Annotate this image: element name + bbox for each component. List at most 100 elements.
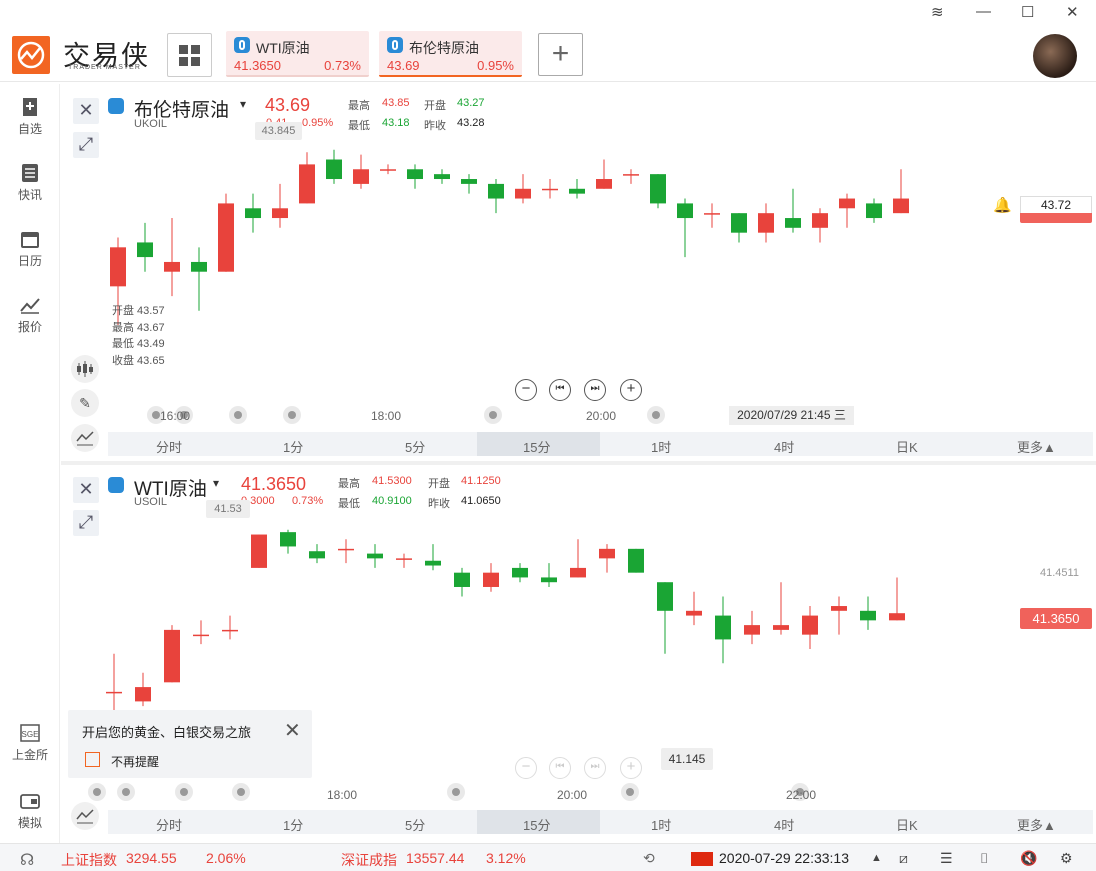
- sidebar-item-quotes[interactable]: 报价: [0, 296, 60, 335]
- dont-remind-checkbox[interactable]: [85, 752, 100, 767]
- step-back-button[interactable]: ⏮: [549, 757, 571, 779]
- candle[interactable]: [326, 149, 342, 184]
- list-icon[interactable]: ☰: [940, 850, 953, 867]
- candle[interactable]: [758, 203, 774, 243]
- event-marker[interactable]: [621, 783, 639, 801]
- tab-wti[interactable]: WTI原油 41.3650 0.73%: [226, 31, 369, 77]
- candle[interactable]: [623, 169, 639, 184]
- bell-icon[interactable]: 🔔: [993, 196, 1012, 214]
- candle[interactable]: [164, 625, 180, 683]
- candles-icon[interactable]: [71, 355, 99, 383]
- sidebar-item-sge[interactable]: SGE 上金所: [0, 724, 60, 763]
- indicator-icon[interactable]: [71, 424, 99, 452]
- period-tab[interactable]: 5分: [405, 437, 425, 456]
- candle[interactable]: [704, 203, 720, 228]
- period-tab[interactable]: 1时: [651, 815, 671, 834]
- sh-index-name[interactable]: 上证指数: [61, 850, 117, 870]
- minimize-button[interactable]: —: [976, 3, 991, 20]
- camera-icon[interactable]: ⌷: [980, 850, 988, 867]
- candle[interactable]: [425, 544, 441, 571]
- caret-down-icon[interactable]: ▾: [240, 97, 246, 111]
- sidebar-item-demo[interactable]: 模拟: [0, 792, 60, 831]
- candle[interactable]: [785, 188, 801, 233]
- event-marker[interactable]: [175, 783, 193, 801]
- candle[interactable]: [353, 154, 369, 189]
- candle[interactable]: [407, 164, 423, 189]
- settings-icon[interactable]: ⚙: [1060, 850, 1073, 867]
- zoom-out-button[interactable]: −: [515, 757, 537, 779]
- zoom-in-button[interactable]: +: [620, 379, 642, 401]
- candle[interactable]: [541, 563, 557, 587]
- headset-icon[interactable]: ☊: [20, 850, 34, 870]
- network-icon[interactable]: ⟲: [643, 850, 655, 867]
- event-marker[interactable]: [283, 406, 301, 424]
- candle[interactable]: [866, 198, 882, 223]
- sidebar-item-watchlist[interactable]: 自选: [0, 98, 60, 137]
- candle[interactable]: [461, 174, 477, 194]
- period-tab[interactable]: 分时: [156, 437, 182, 456]
- step-forward-button[interactable]: ⏭: [584, 757, 606, 779]
- maximize-button[interactable]: ☐: [1021, 3, 1034, 21]
- candle[interactable]: [218, 193, 234, 272]
- period-tab[interactable]: 15分: [523, 815, 550, 834]
- event-marker[interactable]: [88, 783, 106, 801]
- candle[interactable]: [164, 218, 180, 297]
- caret-up-icon[interactable]: ▲: [871, 852, 882, 864]
- candle[interactable]: [686, 591, 702, 626]
- period-tab[interactable]: 1分: [283, 815, 303, 834]
- candle[interactable]: [137, 222, 153, 272]
- sidebar-item-news[interactable]: 快讯: [0, 164, 60, 203]
- candle[interactable]: [396, 553, 412, 568]
- candle[interactable]: [135, 672, 151, 707]
- period-tab[interactable]: 更多▲: [1017, 437, 1056, 456]
- candle[interactable]: [483, 563, 499, 592]
- candle[interactable]: [570, 539, 586, 578]
- candle[interactable]: [677, 198, 693, 258]
- candle[interactable]: [515, 174, 531, 204]
- period-tab[interactable]: 更多▲: [1017, 815, 1056, 834]
- add-tab-button[interactable]: +: [538, 33, 583, 76]
- candle[interactable]: [191, 247, 207, 311]
- tab-brent[interactable]: 布伦特原油 43.69 0.95%: [379, 31, 522, 77]
- caret-down-icon[interactable]: ▾: [213, 476, 219, 490]
- period-tab[interactable]: 4时: [774, 437, 794, 456]
- sz-index-name[interactable]: 深证成指: [341, 850, 397, 870]
- period-tab[interactable]: 日K: [896, 437, 918, 456]
- candle[interactable]: [280, 529, 296, 554]
- mute-icon[interactable]: 🔇: [1020, 850, 1037, 867]
- event-marker[interactable]: [447, 783, 465, 801]
- period-tab[interactable]: 15分: [523, 437, 550, 456]
- candle[interactable]: [454, 567, 470, 597]
- period-tab[interactable]: 4时: [774, 815, 794, 834]
- candle[interactable]: [628, 548, 644, 573]
- close-panel-button[interactable]: ✕: [73, 477, 99, 503]
- candle[interactable]: [657, 582, 673, 654]
- candle[interactable]: [193, 620, 209, 645]
- candle[interactable]: [860, 596, 876, 630]
- grid-layout-button[interactable]: [167, 33, 212, 77]
- candle[interactable]: [650, 174, 666, 209]
- period-tab[interactable]: 5分: [405, 815, 425, 834]
- step-back-button[interactable]: ⏮: [549, 379, 571, 401]
- event-marker[interactable]: [229, 406, 247, 424]
- candle[interactable]: [569, 179, 585, 199]
- candle[interactable]: [245, 193, 261, 233]
- candle[interactable]: [731, 213, 747, 243]
- candle[interactable]: [338, 539, 354, 564]
- layers-icon[interactable]: ≋: [931, 3, 944, 21]
- candle[interactable]: [367, 544, 383, 568]
- close-panel-button[interactable]: ✕: [73, 98, 99, 124]
- candle[interactable]: [542, 179, 558, 199]
- candle[interactable]: [715, 596, 731, 664]
- candle[interactable]: [812, 208, 828, 243]
- period-tab[interactable]: 分时: [156, 815, 182, 834]
- step-forward-button[interactable]: ⏭: [584, 379, 606, 401]
- event-marker[interactable]: [484, 406, 502, 424]
- zoom-in-button[interactable]: +: [620, 757, 642, 779]
- candle[interactable]: [744, 610, 760, 645]
- candle[interactable]: [299, 152, 315, 204]
- candle[interactable]: [309, 544, 325, 564]
- candle[interactable]: [512, 563, 528, 583]
- candle[interactable]: [251, 534, 267, 568]
- candle[interactable]: [773, 582, 789, 635]
